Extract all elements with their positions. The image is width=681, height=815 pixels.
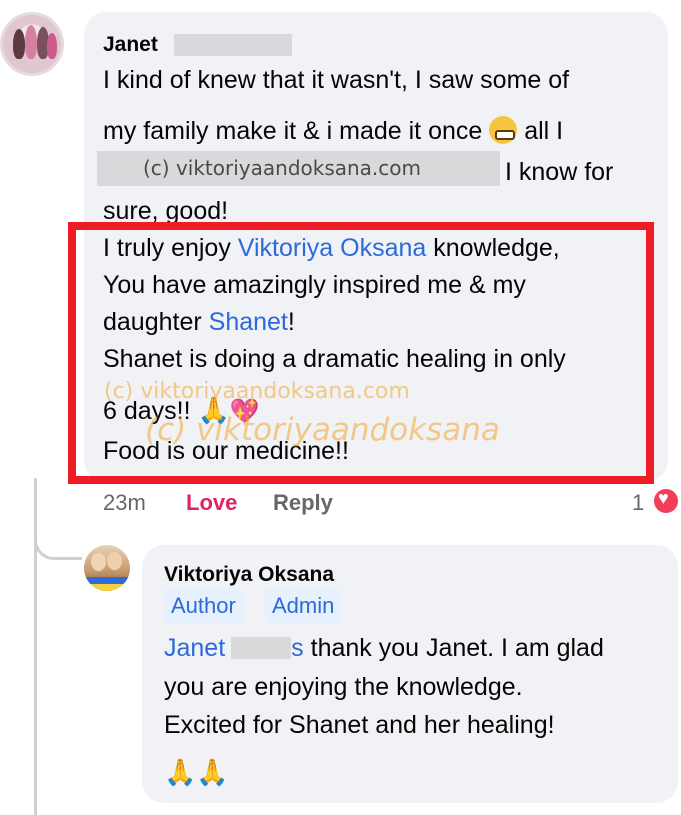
redacted-surname (174, 34, 292, 56)
reply-text: thank you Janet. I am glad (303, 634, 604, 662)
watermark-text: (c) viktoriyaandoksana.com (143, 156, 422, 180)
mention-link[interactable]: s (291, 634, 304, 662)
comment-timestamp[interactable]: 23m (103, 490, 146, 516)
comment-line: I know for (505, 158, 614, 186)
author-badge: Author (164, 588, 243, 624)
avatar-janet[interactable] (0, 12, 64, 76)
redacted-surname (231, 637, 292, 659)
comment-line: my family make it & i made it once all I (103, 116, 563, 146)
comment-author-name[interactable]: Janet (103, 33, 158, 57)
reply-line: 🙏🙏 (164, 757, 229, 788)
reply-author-name[interactable]: Viktoriya Oksana (164, 563, 334, 587)
grimacing-face-emoji-icon (489, 116, 518, 144)
comment-text: my family make it & i made it once (103, 117, 483, 145)
reaction-count[interactable]: 1 (632, 490, 644, 516)
love-button[interactable]: Love (186, 490, 237, 516)
reply-button[interactable]: Reply (273, 490, 333, 516)
comment-line: I kind of knew that it wasn't, I saw som… (103, 66, 570, 94)
thread-connector (34, 520, 82, 560)
avatar-viktoriya[interactable] (84, 545, 130, 591)
folded-hands-icon: 🙏🙏 (164, 757, 229, 787)
comment-text: all I (524, 117, 564, 145)
admin-badge: Admin (265, 588, 342, 624)
reply-line: Janet s thank you Janet. I am glad (164, 634, 604, 663)
highlight-box (68, 222, 654, 484)
mention-link[interactable]: Janet (164, 634, 225, 662)
love-reaction-icon[interactable] (652, 487, 680, 515)
reply-line: you are enjoying the knowledge. (164, 673, 523, 701)
reply-line: Excited for Shanet and her healing! (164, 711, 555, 739)
